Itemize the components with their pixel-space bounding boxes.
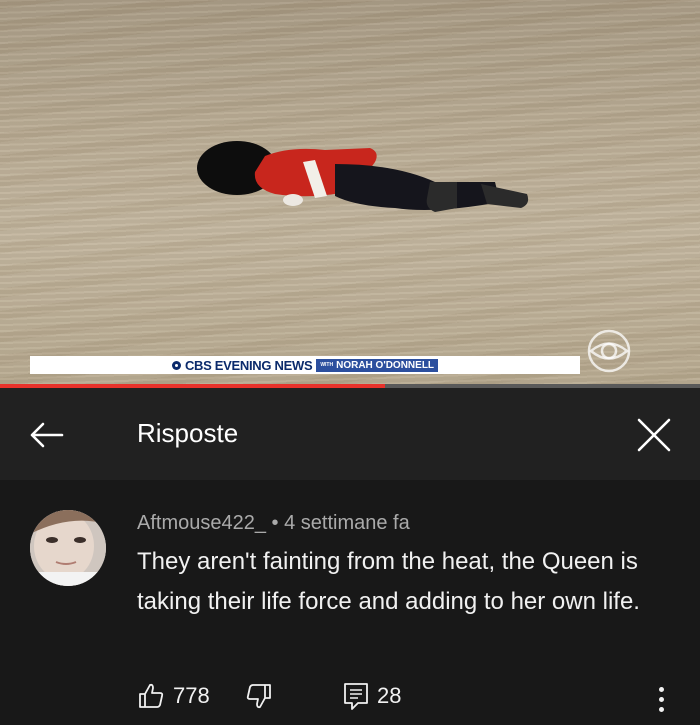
user-face-icon <box>30 510 106 586</box>
more-vertical-icon <box>658 686 664 692</box>
page-title: Risposte <box>137 418 239 448</box>
thumbs-down-icon <box>246 684 271 709</box>
avatar[interactable] <box>30 510 106 586</box>
like-count: 778 <box>173 683 210 708</box>
dislike-button[interactable] <box>245 682 273 710</box>
chyron-anchor-name: NORAH O'DONNELL <box>336 359 435 371</box>
chyron-with-label: WITH <box>320 362 334 368</box>
reply-count: 28 <box>377 683 402 708</box>
reply-button[interactable]: 28 <box>343 682 401 710</box>
comment-author[interactable]: Aftmouse422_ <box>137 512 266 534</box>
comment-meta: Aftmouse422_ • 4 settimane fa <box>137 512 410 535</box>
comment-thread-item: Aftmouse422_ • 4 settimane fa They aren'… <box>0 480 700 725</box>
replies-header: Risposte <box>0 388 700 480</box>
back-button[interactable] <box>22 415 70 455</box>
like-button[interactable]: 778 <box>137 682 210 710</box>
chyron-show-name: CBS EVENING NEWS <box>184 357 313 373</box>
cbs-eye-logo-icon <box>587 329 631 373</box>
close-button[interactable] <box>630 412 678 458</box>
fallen-guard-image <box>197 141 529 212</box>
close-icon <box>637 418 671 452</box>
comment-actions: 778 28 <box>137 682 677 716</box>
more-dot <box>658 696 664 702</box>
video-player[interactable]: CBS EVENING NEWS WITH NORAH O'DONNELL <box>0 0 700 384</box>
reply-icon <box>344 683 368 710</box>
cbs-eye-icon <box>171 360 181 370</box>
news-chyron: CBS EVENING NEWS WITH NORAH O'DONNELL <box>30 356 580 374</box>
thumbs-up-icon <box>139 683 164 708</box>
arrow-left-icon <box>30 422 64 448</box>
comment-text: They aren't fainting from the heat, the … <box>137 548 640 615</box>
comment-time: 4 settimane fa <box>284 512 410 534</box>
more-options-button[interactable] <box>649 684 673 714</box>
more-dot <box>658 706 664 712</box>
chyron-anchor-badge: WITH NORAH O'DONNELL <box>316 358 439 372</box>
meta-separator: • <box>265 512 285 534</box>
